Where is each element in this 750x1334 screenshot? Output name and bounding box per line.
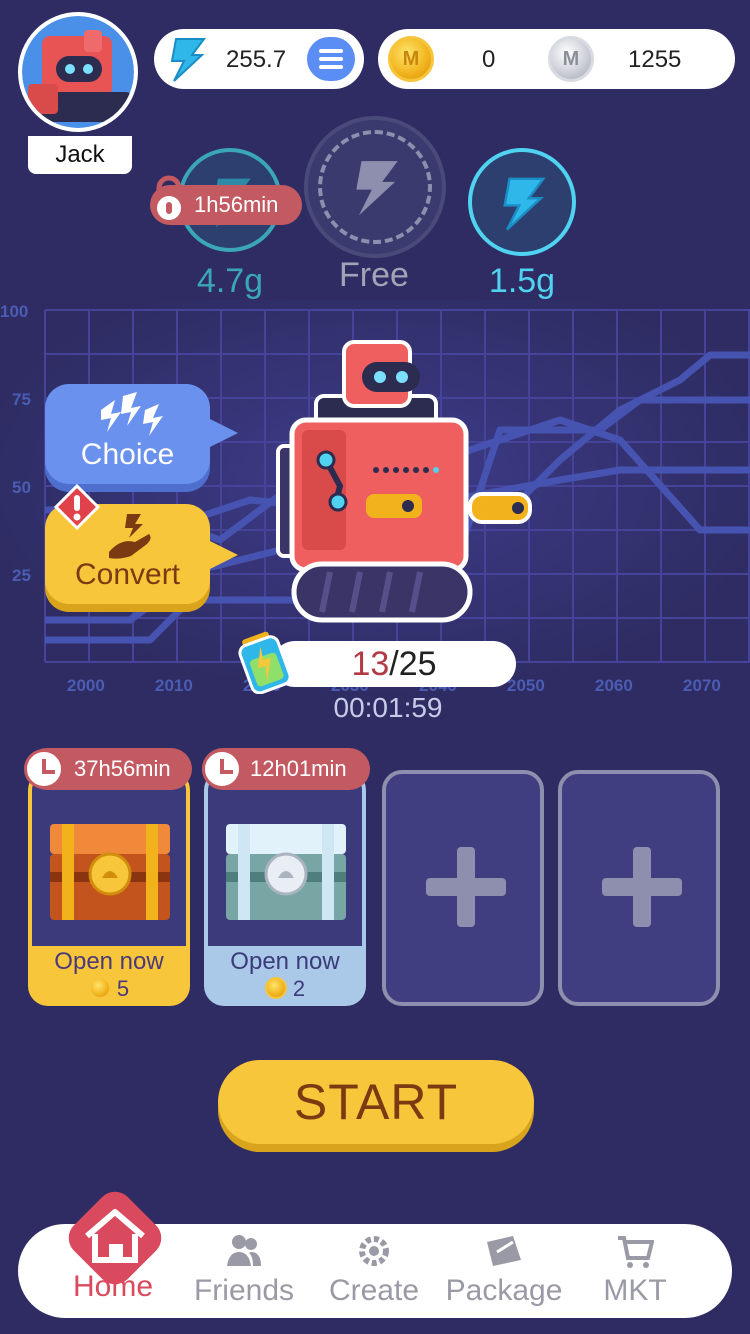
choice-label: Choice <box>80 438 175 471</box>
nav-create-label: Create <box>328 1274 420 1307</box>
coin-icon <box>88 977 111 999</box>
open-now-label: Open now <box>230 948 340 975</box>
y-tick: 50 <box>12 478 31 497</box>
silver-coin-value: 1255 <box>628 46 682 73</box>
chest-cost: 2 <box>204 976 366 1002</box>
package-icon <box>487 1236 521 1266</box>
x-tick: 2060 <box>595 676 633 695</box>
battery-icon <box>238 631 292 694</box>
nav-mkt-label: MKT <box>603 1274 667 1307</box>
nav-friends-label: Friends <box>193 1274 295 1307</box>
robot-avatar-icon <box>28 30 132 122</box>
nav-package[interactable]: Package <box>439 1224 569 1318</box>
nav-mkt[interactable]: MKT <box>570 1224 700 1318</box>
x-tick: 2070 <box>683 676 721 695</box>
cart-icon <box>618 1236 654 1268</box>
energy-value: 255.7 <box>226 46 287 73</box>
empty-chest-slot[interactable] <box>558 770 720 1006</box>
x-tick: 2050 <box>507 676 545 695</box>
y-tick: 75 <box>12 390 31 409</box>
chest-cost-value: 2 <box>292 976 306 1001</box>
chest-slot-gold[interactable]: Open now 5 <box>28 770 190 1006</box>
lock-icon <box>153 175 185 224</box>
energy-option-1-label: 4.7g <box>196 262 264 300</box>
start-button[interactable]: START <box>218 1060 534 1144</box>
lightning-icon <box>170 38 206 82</box>
energy-option-free-label: Free <box>339 256 409 294</box>
y-tick: 25 <box>12 566 31 585</box>
x-tick: 2010 <box>155 676 193 695</box>
lightning-icon <box>503 177 546 231</box>
friends-icon <box>227 1235 261 1266</box>
hand-exchange-icon <box>109 514 151 559</box>
clock-icon <box>202 749 242 789</box>
battery-timer: 00:01:59 <box>333 692 443 723</box>
gear-icon <box>359 1236 389 1266</box>
player-avatar[interactable]: Jack <box>18 12 138 174</box>
speech-tail <box>208 540 238 570</box>
silver-chest-icon <box>226 824 346 920</box>
silver-coin-icon: M <box>548 36 594 82</box>
nav-create[interactable]: Create <box>309 1224 439 1318</box>
convert-label: Convert <box>74 558 181 591</box>
lightning-split-icon <box>101 392 163 436</box>
y-tick: 100 <box>0 302 29 321</box>
choice-button[interactable]: Choice <box>45 384 210 484</box>
avatar <box>18 12 138 132</box>
empty-chest-slot[interactable] <box>382 770 544 1006</box>
coin-icon <box>264 977 287 999</box>
battery-max: /25 <box>389 645 437 683</box>
coin-balances: M 0 M 1255 <box>378 29 735 89</box>
battery-progress: 13/25 <box>272 641 516 687</box>
chest-slot-silver[interactable]: Open now 2 <box>204 770 366 1006</box>
energy-option-free[interactable] <box>304 116 446 258</box>
gold-coin-icon: M <box>388 36 434 82</box>
x-tick: 2000 <box>67 676 105 695</box>
chest-cost: 5 <box>28 976 190 1002</box>
nav-package-label: Package <box>445 1274 563 1307</box>
alert-icon <box>54 484 100 530</box>
speech-tail <box>208 418 238 448</box>
energy-balance: 255.7 <box>154 29 364 89</box>
gold-coin-value: 0 <box>482 46 496 73</box>
clock-icon <box>24 749 64 789</box>
home-icon[interactable] <box>57 1180 173 1296</box>
gold-chest-icon <box>50 824 170 920</box>
player-name: Jack <box>28 136 132 174</box>
lightning-icon <box>356 161 398 216</box>
battery-current: 13 <box>351 645 390 683</box>
chest-cost-value: 5 <box>116 976 130 1001</box>
nav-friends[interactable]: Friends <box>179 1224 309 1318</box>
robot-character[interactable] <box>270 336 540 626</box>
energy-option-3[interactable] <box>468 148 576 256</box>
open-now-label: Open now <box>54 948 164 975</box>
menu-button[interactable] <box>307 37 355 81</box>
energy-option-3-label: 1.5g <box>488 262 556 300</box>
